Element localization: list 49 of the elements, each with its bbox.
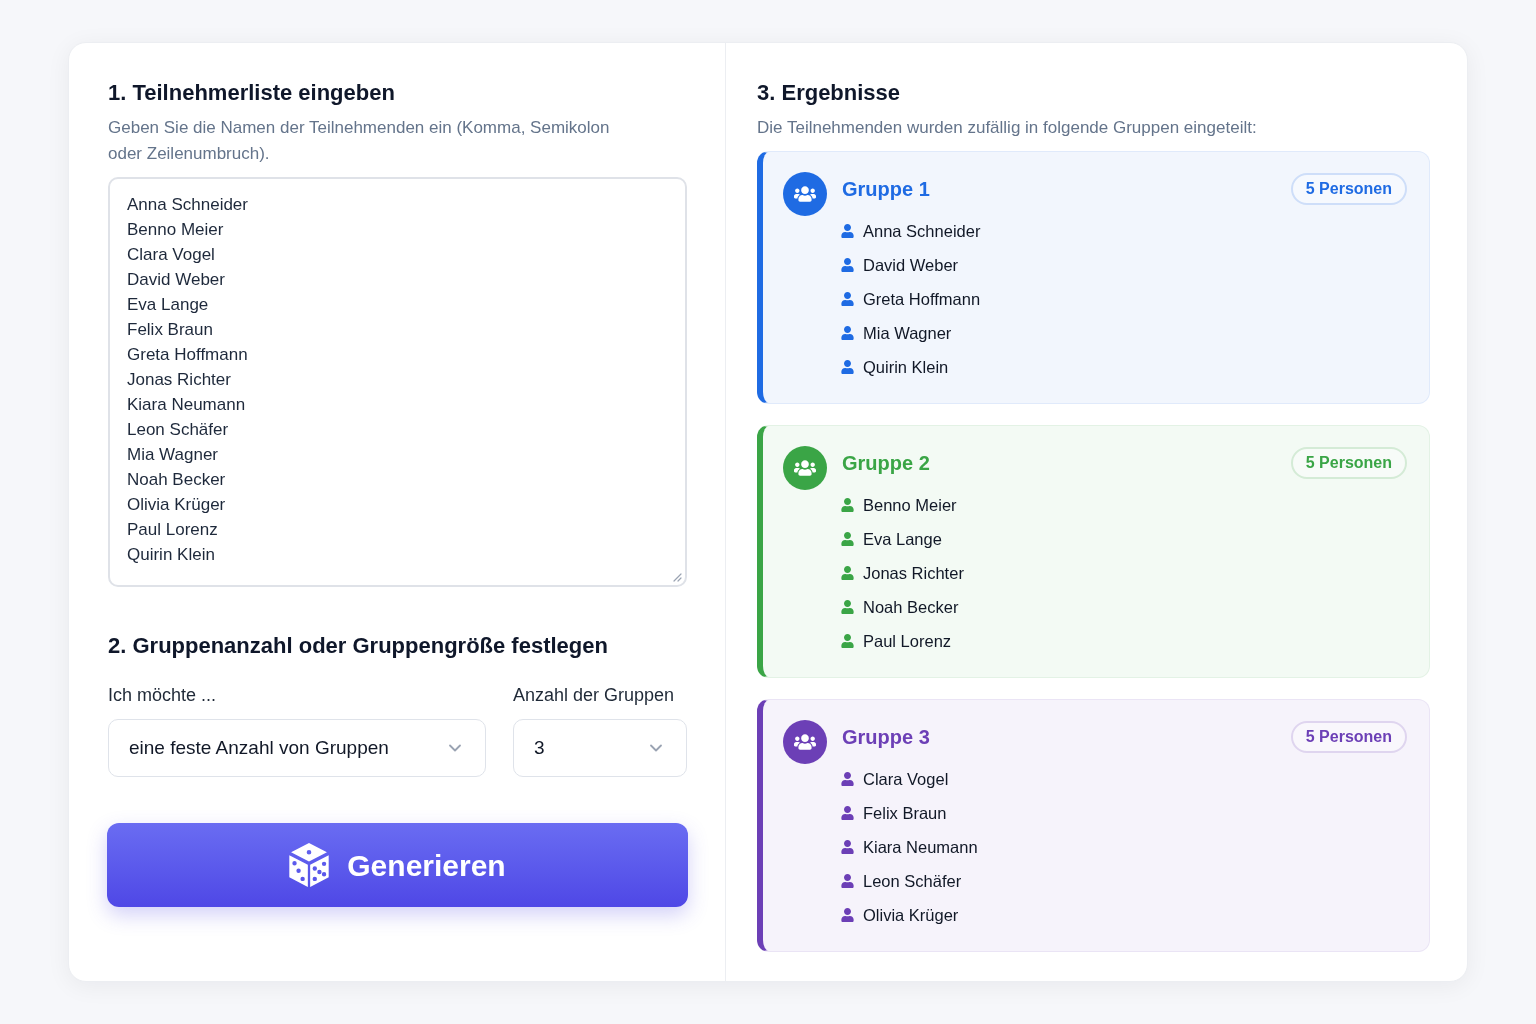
dice-icon [289, 843, 330, 887]
section-description: Geben Sie die Namen der Teilnehmenden ein (Komma, Semikolon oder Zeilenumbruch). [108, 117, 611, 165]
member-name: Olivia Krüger [863, 904, 959, 926]
member-name: Greta Hoffmann [863, 288, 981, 310]
resize-grip-icon[interactable] [673, 573, 682, 582]
member-name: David Weber [863, 254, 959, 276]
group-title: Gruppe 1 [842, 177, 930, 202]
member-name: Leon Schäfer [863, 870, 962, 892]
member-name: Eva Lange [863, 528, 942, 550]
group-count-select[interactable]: 3 [513, 719, 687, 777]
section-description: Die Teilnehmenden wurden zufällig in folgende Gruppen eingeteilt: [757, 117, 1258, 139]
field-label: Anzahl der Gruppen [513, 684, 676, 707]
person-icon [841, 224, 854, 238]
person-icon [841, 532, 854, 546]
group-title: Gruppe 2 [842, 451, 930, 476]
person-icon [841, 908, 854, 922]
member-name: Paul Lorenz [863, 630, 952, 652]
person-icon [841, 498, 854, 512]
section-heading: 1. Teilnehmerliste eingeben [108, 79, 396, 107]
person-icon [841, 874, 854, 888]
section-heading: 3. Ergebnisse [757, 79, 902, 107]
generate-button[interactable]: Generieren [107, 823, 688, 907]
member-count-badge: 5 Personen [1290, 447, 1407, 479]
member-name: Jonas Richter [863, 562, 964, 584]
person-icon [841, 326, 854, 340]
member-name: Noah Becker [863, 596, 959, 618]
person-icon [841, 292, 854, 306]
person-icon [841, 772, 854, 786]
member-name: Anna Schneider [863, 220, 981, 242]
member-name: Benno Meier [863, 494, 957, 516]
member-name: Quirin Klein [863, 356, 949, 378]
member-count-badge: 5 Personen [1290, 721, 1407, 753]
member-name: Clara Vogel [863, 768, 949, 790]
member-name: Mia Wagner [863, 322, 952, 344]
person-icon [841, 566, 854, 580]
member-name: Felix Braun [863, 802, 947, 824]
member-name: Kiara Neumann [863, 836, 978, 858]
person-icon [841, 634, 854, 648]
person-icon [841, 600, 854, 614]
field-label: Ich möchte ... [108, 684, 218, 707]
person-icon [841, 360, 854, 374]
person-icon [841, 840, 854, 854]
person-icon [841, 258, 854, 272]
member-count-badge: 5 Personen [1290, 173, 1407, 205]
group-title: Gruppe 3 [842, 725, 930, 750]
section-heading: 2. Gruppenanzahl oder Gruppengröße festlegen [108, 632, 609, 660]
participants-textarea[interactable]: Anna Schneider Benno Meier Clara Vogel David Weber Eva Lange Felix Braun Greta Hoffmann Jonas Richter Kiara Neumann Leon Schäfer Mia Wagner Noah Becker Olivia Krüger Paul Lorenz Quirin Klein [108, 177, 687, 587]
mode-select[interactable]: eine feste Anzahl von Gruppen [108, 719, 486, 777]
person-icon [841, 806, 854, 820]
